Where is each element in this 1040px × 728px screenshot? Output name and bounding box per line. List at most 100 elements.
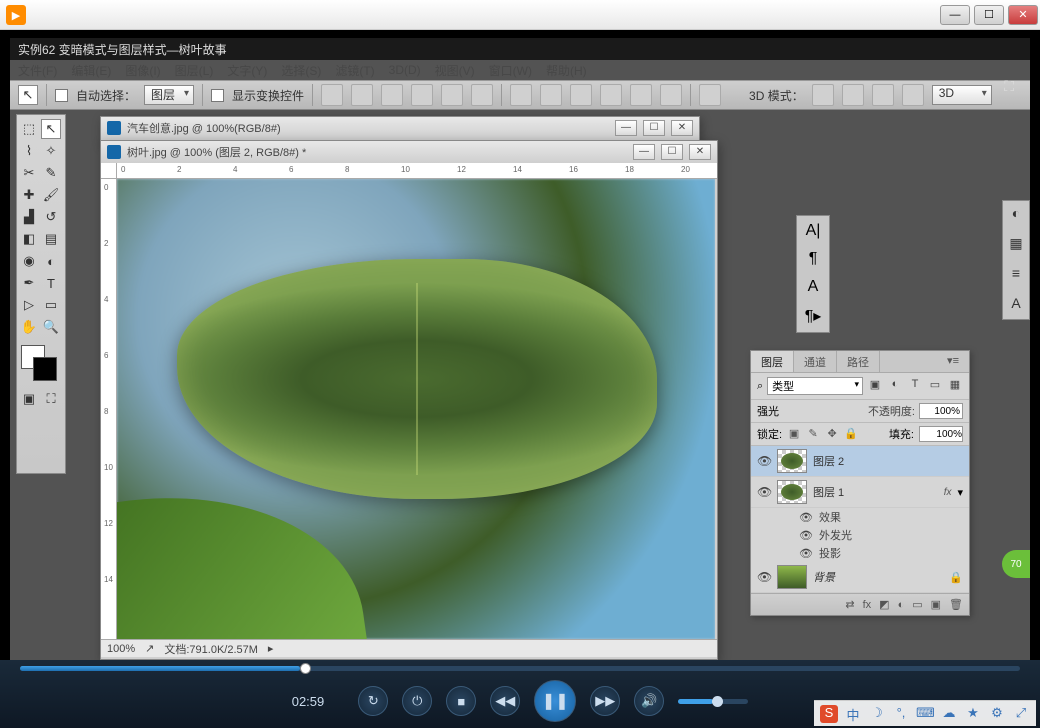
lock-position-icon[interactable]: ✎ [806,427,820,441]
filter-shape-icon[interactable]: ▭ [927,378,943,394]
mode3d-select[interactable]: 3D [932,85,992,105]
menu-item[interactable]: 图层(L) [175,62,214,79]
screenmode-icon[interactable]: ⛶ [41,389,61,409]
group-icon[interactable]: ▭ [912,598,922,611]
menu-item[interactable]: 视图(V) [435,62,475,79]
quickmask-icon[interactable]: ▣ [19,389,39,409]
adjustments-panel-icon[interactable]: ≡ [1006,265,1026,285]
ime-cloud-icon[interactable]: ☁ [940,705,958,723]
layer-name[interactable]: 图层 2 [813,453,963,469]
delete-layer-icon[interactable]: 🗑 [949,598,963,611]
next-button[interactable]: ▶▶ [590,686,620,716]
doc-maximize-button[interactable]: ☐ [643,120,665,136]
window-maximize-button[interactable]: ☐ [974,5,1004,25]
adjustment-layer-icon[interactable]: ◐ [898,599,905,611]
heal-tool-icon[interactable]: ✚ [19,185,39,205]
stamp-tool-icon[interactable]: ▟ [19,207,39,227]
menu-item[interactable]: 窗口(W) [489,62,532,79]
tab-channels[interactable]: 通道 [794,351,837,372]
layer-row[interactable]: 👁 背景 🔒 [751,562,969,593]
layer-thumbnail[interactable] [777,449,807,473]
move-tool-indicator-icon[interactable]: ↖ [18,85,38,105]
volume-handle[interactable] [712,696,723,707]
ruler-horizontal[interactable]: 0 2 4 6 8 10 12 14 16 18 20 [117,163,717,179]
layer-thumbnail[interactable] [777,565,807,589]
window-minimize-button[interactable]: — [940,5,970,25]
marquee-tool-icon[interactable]: ⬚ [19,119,39,139]
blend-mode-select[interactable]: 强光 [757,403,864,419]
brush-tool-icon[interactable]: 🖌 [41,185,61,205]
layer-thumbnail[interactable] [777,480,807,504]
layer-row[interactable]: 👁 图层 1 fx ▾ [751,477,969,508]
ruler-vertical[interactable]: 0 2 4 6 8 10 12 14 [101,179,117,639]
filter-pixel-icon[interactable]: ▣ [867,378,883,394]
align-icon[interactable] [351,84,373,106]
window-close-button[interactable]: ✕ [1008,5,1038,25]
hand-tool-icon[interactable]: ✋ [19,317,39,337]
background-swatch[interactable] [33,357,57,381]
collapsed-panel-strip[interactable]: ◐ ▦ ≡ A [1002,200,1030,320]
ime-lang-icon[interactable]: 中 [844,705,862,723]
paragraph-panel-icon[interactable]: ¶ [809,250,818,268]
character-panel-icon[interactable]: A| [806,222,821,240]
new-layer-icon[interactable]: ▣ [931,598,941,611]
ruler-origin[interactable] [101,163,117,179]
distribute-icon[interactable] [570,84,592,106]
distribute-icon[interactable] [600,84,622,106]
fx-expand-icon[interactable]: ▾ [957,486,963,499]
eyedropper-tool-icon[interactable]: ✎ [41,163,61,183]
effects-header[interactable]: 👁效果 [751,508,969,526]
ime-keyboard-icon[interactable]: ⌨ [916,705,934,723]
share-icon[interactable]: ↗ [145,642,154,655]
visibility-eye-icon[interactable]: 👁 [757,454,771,468]
menu-item[interactable]: 滤镜(T) [335,62,374,79]
arrange-icon[interactable] [699,84,721,106]
color-swatches[interactable] [19,345,63,381]
distribute-icon[interactable] [540,84,562,106]
visibility-eye-icon[interactable]: 👁 [757,485,771,499]
power-button[interactable]: ⏻ [402,686,432,716]
zoom-tool-icon[interactable]: 🔍 [41,317,61,337]
panel-menu-icon[interactable]: ▾≡ [937,351,969,372]
fullscreen-icon[interactable]: ⤢ [1012,705,1030,723]
progress-handle[interactable] [300,663,311,674]
visibility-eye-icon[interactable]: 👁 [757,570,771,584]
filter-type-icon[interactable]: T [907,378,923,394]
move-tool-icon[interactable]: ↖ [41,119,61,139]
crop-tool-icon[interactable]: ✂ [19,163,39,183]
layer-fx-icon[interactable]: fx [863,599,872,611]
play-pause-button[interactable]: ❚❚ [534,680,576,722]
distribute-icon[interactable] [660,84,682,106]
doc-maximize-button[interactable]: ☐ [661,144,683,160]
lock-all-icon[interactable]: 🔒 [844,427,858,441]
volume-slider[interactable] [678,699,748,704]
doc-front-titlebar[interactable]: 树叶.jpg @ 100% (图层 2, RGB/8#) * — ☐ ✕ [101,141,717,163]
visibility-eye-icon[interactable]: 👁 [799,511,813,524]
doc-info-menu-icon[interactable]: ▸ [268,642,274,655]
fill-input[interactable] [919,426,963,442]
shape-tool-icon[interactable]: ▭ [41,295,61,315]
pen-tool-icon[interactable]: ✒ [19,273,39,293]
lock-pixels-icon[interactable]: ▣ [787,427,801,441]
zoom-level[interactable]: 100% [107,643,135,655]
prev-button[interactable]: ◀◀ [490,686,520,716]
orbit-3d-icon[interactable] [812,84,834,106]
link-layers-icon[interactable]: ⇄ [845,598,854,611]
glyph-panel-icon[interactable]: A [808,278,819,296]
color-panel-icon[interactable]: ◐ [1006,205,1026,225]
character-panel-icon[interactable]: A [1006,295,1026,315]
ime-star-icon[interactable]: ★ [964,705,982,723]
pan-3d-icon[interactable] [872,84,894,106]
swatches-panel-icon[interactable]: ▦ [1006,235,1026,255]
volume-button[interactable]: 🔊 [634,686,664,716]
ime-settings-icon[interactable]: ⚙ [988,705,1006,723]
autoselect-target-select[interactable]: 图层 [144,85,194,105]
opacity-input[interactable] [919,403,963,419]
blur-tool-icon[interactable]: ◉ [19,251,39,271]
styles-panel-icon[interactable]: ¶▸ [805,306,822,326]
align-icon[interactable] [471,84,493,106]
ime-moon-icon[interactable]: ☽ [868,705,886,723]
effect-item[interactable]: 👁投影 [751,544,969,562]
history-brush-tool-icon[interactable]: ↺ [41,207,61,227]
filter-smart-icon[interactable]: ▦ [947,378,963,394]
